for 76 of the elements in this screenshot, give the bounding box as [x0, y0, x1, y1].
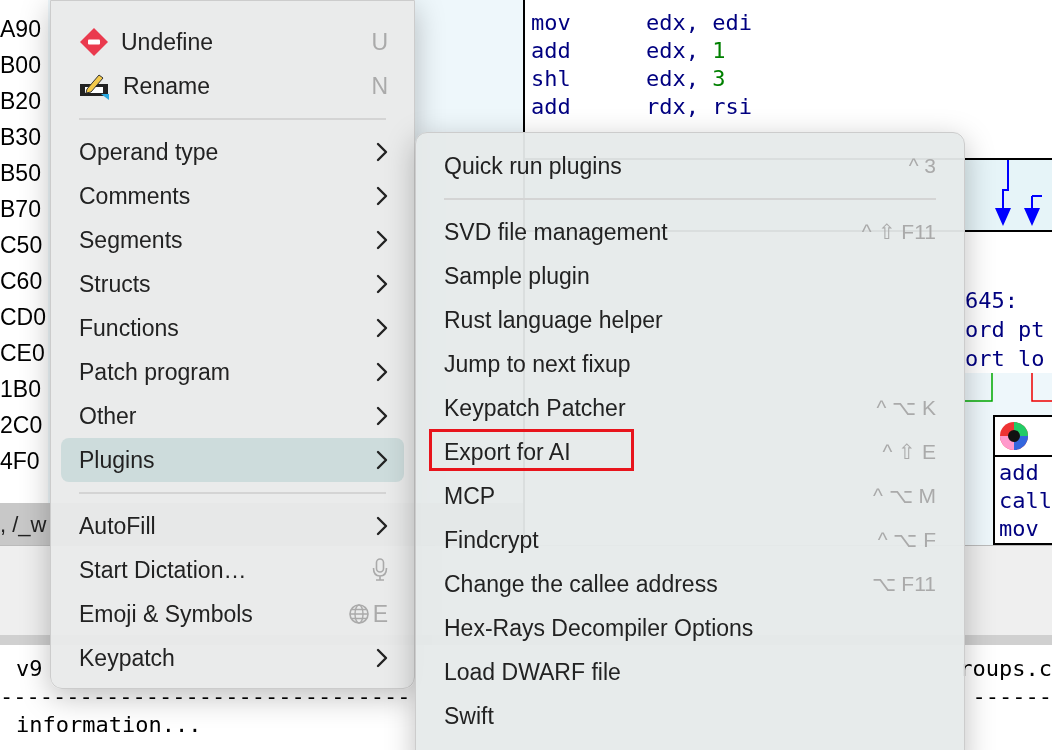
menu-item[interactable]: SVD file management ^ ⇧ F11	[426, 210, 954, 254]
address-label: CD0	[0, 303, 47, 332]
output-rule: ------	[972, 683, 1052, 711]
address-label: B50	[0, 159, 42, 188]
code-operands: edx, 3	[646, 65, 726, 93]
menu-item[interactable]: Load DWARF file	[426, 650, 954, 694]
output-line: roups.c	[959, 655, 1052, 683]
menu-item[interactable]: Operand type	[61, 130, 404, 174]
address-label: A90	[0, 15, 42, 44]
menu-item[interactable]: Structs	[61, 262, 404, 306]
output-line: v9	[16, 655, 43, 683]
menu-item[interactable]: MCP ^ ⌥ M	[426, 474, 954, 518]
menu-item[interactable]: Export for AI ^ ⇧ E	[426, 430, 954, 474]
code-mnemonic: mov	[531, 9, 572, 37]
menu-item[interactable]: Emoji & Symbols E	[61, 592, 404, 636]
graph-edges-icon	[965, 372, 1052, 403]
code-operands: edx, 1	[646, 37, 726, 65]
tab-label: , /_w	[0, 510, 47, 539]
address-label: C50	[0, 231, 44, 260]
shortcut-key: U	[371, 24, 388, 60]
menu-item[interactable]: Change the callee address ⌥ F11	[426, 562, 954, 606]
code-mnemonic: add	[531, 93, 572, 121]
minus-diamond-icon	[79, 27, 109, 57]
shortcut-key: ^ ⌥ K	[876, 392, 936, 424]
menu-item[interactable]: Jump to next fixup	[426, 342, 954, 386]
code-line: ord pt	[965, 315, 1046, 344]
address-label: CE0	[0, 339, 46, 368]
menu-item[interactable]: Start Dictation…	[61, 548, 404, 592]
pencil-icon	[79, 72, 111, 100]
menu-item[interactable]: Rename N	[61, 64, 404, 108]
address-label: B00	[0, 51, 42, 80]
address-label: 2C0	[0, 411, 44, 440]
code-line: ort lo	[965, 344, 1046, 373]
menu-item[interactable]: Keypatch	[61, 636, 404, 680]
address-label: B30	[0, 123, 42, 152]
code-mnemonic: shl	[531, 65, 572, 93]
output-line: information...	[16, 711, 202, 739]
code-operands: edx, edi	[646, 9, 752, 37]
menu-item[interactable]: Other	[61, 394, 404, 438]
shortcut-key: ^ 3	[908, 150, 936, 182]
menu-item[interactable]: Functions	[61, 306, 404, 350]
menu-item[interactable]: AutoFill	[61, 504, 404, 548]
shortcut-key: ^ ⇧ F11	[861, 216, 936, 248]
shortcut-key: ^ ⌥ M	[872, 480, 936, 512]
menu-item[interactable]: Comments	[61, 174, 404, 218]
address-label: B20	[0, 87, 42, 116]
code-operands: rdx, rsi	[646, 93, 752, 121]
menu-item[interactable]: Swift	[426, 694, 954, 738]
address-label: B70	[0, 195, 42, 224]
menu-item[interactable]: Undefine U	[61, 20, 404, 64]
address-label: 1B0	[0, 375, 42, 404]
address-label: 4F0	[0, 447, 41, 476]
shortcut-key: E	[372, 596, 388, 632]
menu-item[interactable]: Plugins	[61, 438, 404, 482]
microphone-icon	[372, 558, 388, 582]
menu-item[interactable]: Sample plugin	[426, 254, 954, 298]
menu-item[interactable]: Patch program	[61, 350, 404, 394]
menu-item[interactable]: Hex-Rays Decompiler Options	[426, 606, 954, 650]
globe-icon	[348, 604, 369, 624]
code-mnemonic: add	[531, 37, 572, 65]
shortcut-key: ⌥ F11	[871, 568, 936, 600]
code-line: call	[999, 487, 1052, 515]
code-line: mov	[999, 515, 1040, 543]
menu-item[interactable]: Segments	[61, 218, 404, 262]
code-line: 645:	[965, 286, 1019, 315]
code-line: add	[999, 459, 1040, 487]
shortcut-key: ^ ⌥ F	[877, 524, 936, 556]
menu-item[interactable]: Quick run plugins ^ 3	[426, 144, 954, 188]
shortcut-key: ^ ⇧ E	[882, 436, 936, 468]
shortcut-key: N	[371, 68, 388, 104]
menu-item[interactable]: Keypatch Patcher ^ ⌥ K	[426, 386, 954, 430]
color-wheel-icon	[999, 421, 1029, 451]
menu-item[interactable]: Rust language helper	[426, 298, 954, 342]
address-label: C60	[0, 267, 44, 296]
menu-item[interactable]: Findcrypt ^ ⌥ F	[426, 518, 954, 562]
output-rule: -------------------------------	[0, 683, 411, 711]
